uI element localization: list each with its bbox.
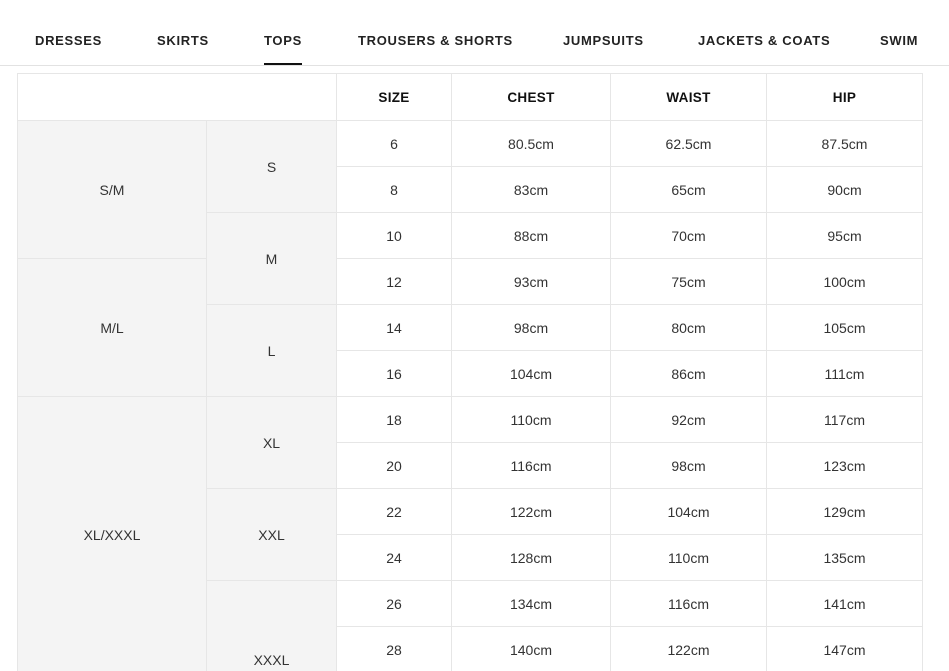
hip-cell: 141cm [766, 580, 923, 627]
chest-cell: 80.5cm [451, 120, 611, 167]
size-cell: 16 [336, 350, 452, 397]
hip-cell: 111cm [766, 350, 923, 397]
hip-cell: 117cm [766, 396, 923, 443]
tab-dresses[interactable]: DRESSES [35, 33, 102, 48]
waist-cell: 65cm [610, 166, 767, 213]
column-header-chest: CHEST [451, 73, 611, 121]
tab-swim[interactable]: SWIM [880, 33, 918, 48]
size-cell: 10 [336, 212, 452, 259]
subgroup-label-xxl: XXL [206, 488, 337, 581]
size-cell: 20 [336, 442, 452, 489]
chest-cell: 140cm [451, 626, 611, 671]
size-cell: 24 [336, 534, 452, 581]
size-cell: 6 [336, 120, 452, 167]
tab-skirts[interactable]: SKIRTS [157, 33, 209, 48]
column-header-waist: WAIST [610, 73, 767, 121]
subgroup-label-xl: XL [206, 396, 337, 489]
waist-cell: 122cm [610, 626, 767, 671]
tab-trousers-shorts[interactable]: TROUSERS & SHORTS [358, 33, 513, 48]
subgroup-label-m: M [206, 212, 337, 305]
size-cell: 12 [336, 258, 452, 305]
size-cell: 8 [336, 166, 452, 213]
waist-cell: 98cm [610, 442, 767, 489]
header-blank-cell [17, 73, 337, 121]
tab-jackets-coats[interactable]: JACKETS & COATS [698, 33, 830, 48]
size-cell: 18 [336, 396, 452, 443]
chest-cell: 116cm [451, 442, 611, 489]
size-cell: 28 [336, 626, 452, 671]
size-chart-table: SIZE CHEST WAIST HIP S/M S 6 80.5cm 62.5… [17, 73, 923, 671]
chest-cell: 128cm [451, 534, 611, 581]
hip-cell: 147cm [766, 626, 923, 671]
hip-cell: 95cm [766, 212, 923, 259]
column-header-hip: HIP [766, 73, 923, 121]
chest-cell: 83cm [451, 166, 611, 213]
group-label-s-m: S/M [17, 120, 207, 259]
hip-cell: 87.5cm [766, 120, 923, 167]
chest-cell: 110cm [451, 396, 611, 443]
size-cell: 26 [336, 580, 452, 627]
waist-cell: 62.5cm [610, 120, 767, 167]
waist-cell: 70cm [610, 212, 767, 259]
table-row: M/L 12 93cm 75cm 100cm [17, 258, 923, 397]
chest-cell: 122cm [451, 488, 611, 535]
subgroup-label-s: S [206, 120, 337, 213]
size-cell: 22 [336, 488, 452, 535]
subgroup-label-xxxl-text: XXXL [253, 651, 290, 668]
hip-cell: 135cm [766, 534, 923, 581]
waist-cell: 80cm [610, 304, 767, 351]
chest-cell: 93cm [451, 258, 611, 305]
tab-jumpsuits[interactable]: JUMPSUITS [563, 33, 644, 48]
hip-cell: 100cm [766, 258, 923, 305]
table-header-row: SIZE CHEST WAIST HIP [17, 73, 923, 121]
size-cell: 14 [336, 304, 452, 351]
group-label-m-l: M/L [17, 258, 207, 397]
waist-cell: 116cm [610, 580, 767, 627]
chest-cell: 88cm [451, 212, 611, 259]
hip-cell: 105cm [766, 304, 923, 351]
chest-cell: 134cm [451, 580, 611, 627]
table-row: XL/XXXL XL 18 110cm 92cm 117cm [17, 396, 923, 671]
subgroup-label-xxxl: XXXL [206, 580, 337, 671]
category-tabs: DRESSES SKIRTS TOPS TROUSERS & SHORTS JU… [0, 0, 949, 66]
chest-cell: 104cm [451, 350, 611, 397]
hip-cell: 129cm [766, 488, 923, 535]
hip-cell: 123cm [766, 442, 923, 489]
table-row: S/M S 6 80.5cm 62.5cm 87.5cm [17, 120, 923, 259]
tab-tops[interactable]: TOPS [264, 33, 302, 65]
chest-cell: 98cm [451, 304, 611, 351]
hip-cell: 90cm [766, 166, 923, 213]
waist-cell: 110cm [610, 534, 767, 581]
column-header-size: SIZE [336, 73, 452, 121]
waist-cell: 92cm [610, 396, 767, 443]
waist-cell: 75cm [610, 258, 767, 305]
group-label-xl-xxxl: XL/XXXL [17, 396, 207, 671]
waist-cell: 104cm [610, 488, 767, 535]
waist-cell: 86cm [610, 350, 767, 397]
subgroup-label-l: L [206, 304, 337, 397]
